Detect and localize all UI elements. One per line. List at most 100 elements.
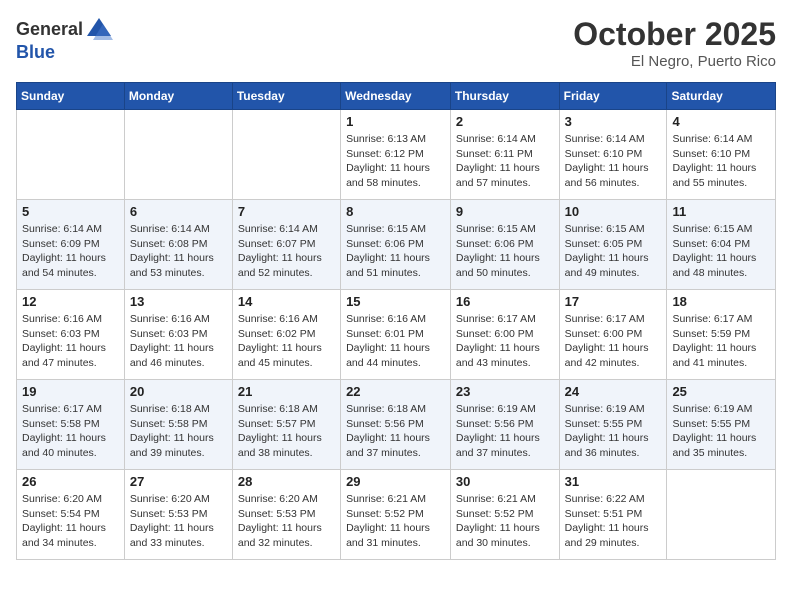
calendar-cell: 10 Sunrise: 6:15 AM Sunset: 6:05 PM Dayli… bbox=[559, 200, 667, 290]
calendar-week-row: 19 Sunrise: 6:17 AM Sunset: 5:58 PM Dayli… bbox=[17, 380, 776, 470]
day-number: 28 bbox=[238, 474, 335, 489]
day-info: Sunrise: 6:18 AM Sunset: 5:58 PM Dayligh… bbox=[130, 402, 227, 461]
calendar-cell: 19 Sunrise: 6:17 AM Sunset: 5:58 PM Dayli… bbox=[17, 380, 125, 470]
day-number: 25 bbox=[672, 384, 770, 399]
calendar-cell bbox=[124, 110, 232, 200]
month-title: October 2025 bbox=[573, 16, 776, 53]
logo-blue: Blue bbox=[16, 42, 55, 62]
calendar-cell: 23 Sunrise: 6:19 AM Sunset: 5:56 PM Dayli… bbox=[450, 380, 559, 470]
weekday-header: Sunday bbox=[17, 83, 125, 110]
day-info: Sunrise: 6:14 AM Sunset: 6:08 PM Dayligh… bbox=[130, 222, 227, 281]
calendar-cell: 8Sunrise: 6:15 AM Sunset: 6:06 PM Daylig… bbox=[341, 200, 451, 290]
calendar-cell bbox=[232, 110, 340, 200]
calendar-cell: 15 Sunrise: 6:16 AM Sunset: 6:01 PM Dayli… bbox=[341, 290, 451, 380]
day-number: 15 bbox=[346, 294, 445, 309]
day-number: 9 bbox=[456, 204, 554, 219]
day-info: Sunrise: 6:20 AM Sunset: 5:54 PM Dayligh… bbox=[22, 492, 119, 551]
day-number: 12 bbox=[22, 294, 119, 309]
day-info: Sunrise: 6:17 AM Sunset: 5:58 PM Dayligh… bbox=[22, 402, 119, 461]
day-number: 16 bbox=[456, 294, 554, 309]
calendar-week-row: 12 Sunrise: 6:16 AM Sunset: 6:03 PM Dayli… bbox=[17, 290, 776, 380]
day-number: 26 bbox=[22, 474, 119, 489]
day-info: Sunrise: 6:14 AM Sunset: 6:09 PM Dayligh… bbox=[22, 222, 119, 281]
day-number: 7 bbox=[238, 204, 335, 219]
day-info: Sunrise: 6:14 AM Sunset: 6:07 PM Dayligh… bbox=[238, 222, 335, 281]
calendar-cell: 6Sunrise: 6:14 AM Sunset: 6:08 PM Daylig… bbox=[124, 200, 232, 290]
calendar-week-row: 5 Sunrise: 6:14 AM Sunset: 6:09 PM Daylig… bbox=[17, 200, 776, 290]
calendar-cell: 17 Sunrise: 6:17 AM Sunset: 6:00 PM Dayli… bbox=[559, 290, 667, 380]
day-number: 24 bbox=[565, 384, 662, 399]
weekday-header: Thursday bbox=[450, 83, 559, 110]
day-info: Sunrise: 6:17 AM Sunset: 6:00 PM Dayligh… bbox=[456, 312, 554, 371]
day-info: Sunrise: 6:14 AM Sunset: 6:10 PM Dayligh… bbox=[672, 132, 770, 191]
calendar-cell: 2 Sunrise: 6:14 AM Sunset: 6:11 PM Daylig… bbox=[450, 110, 559, 200]
logo-general: General bbox=[16, 19, 83, 39]
calendar-cell: 26 Sunrise: 6:20 AM Sunset: 5:54 PM Dayli… bbox=[17, 470, 125, 560]
calendar-table: SundayMondayTuesdayWednesdayThursdayFrid… bbox=[16, 82, 776, 560]
day-info: Sunrise: 6:16 AM Sunset: 6:03 PM Dayligh… bbox=[130, 312, 227, 371]
day-number: 17 bbox=[565, 294, 662, 309]
weekday-header: Saturday bbox=[667, 83, 776, 110]
day-number: 19 bbox=[22, 384, 119, 399]
day-number: 3 bbox=[565, 114, 662, 129]
day-info: Sunrise: 6:15 AM Sunset: 6:04 PM Dayligh… bbox=[672, 222, 770, 281]
day-info: Sunrise: 6:16 AM Sunset: 6:02 PM Dayligh… bbox=[238, 312, 335, 371]
day-info: Sunrise: 6:19 AM Sunset: 5:55 PM Dayligh… bbox=[565, 402, 662, 461]
day-info: Sunrise: 6:20 AM Sunset: 5:53 PM Dayligh… bbox=[238, 492, 335, 551]
day-number: 29 bbox=[346, 474, 445, 489]
location-title: El Negro, Puerto Rico bbox=[573, 53, 776, 70]
day-number: 14 bbox=[238, 294, 335, 309]
day-info: Sunrise: 6:21 AM Sunset: 5:52 PM Dayligh… bbox=[346, 492, 445, 551]
day-info: Sunrise: 6:17 AM Sunset: 6:00 PM Dayligh… bbox=[565, 312, 662, 371]
calendar-cell: 27Sunrise: 6:20 AM Sunset: 5:53 PM Dayli… bbox=[124, 470, 232, 560]
day-info: Sunrise: 6:18 AM Sunset: 5:57 PM Dayligh… bbox=[238, 402, 335, 461]
day-number: 10 bbox=[565, 204, 662, 219]
day-info: Sunrise: 6:15 AM Sunset: 6:06 PM Dayligh… bbox=[346, 222, 445, 281]
calendar-week-row: 26 Sunrise: 6:20 AM Sunset: 5:54 PM Dayli… bbox=[17, 470, 776, 560]
calendar-cell: 28 Sunrise: 6:20 AM Sunset: 5:53 PM Dayli… bbox=[232, 470, 340, 560]
calendar-cell: 29 Sunrise: 6:21 AM Sunset: 5:52 PM Dayli… bbox=[341, 470, 451, 560]
day-info: Sunrise: 6:22 AM Sunset: 5:51 PM Dayligh… bbox=[565, 492, 662, 551]
day-number: 31 bbox=[565, 474, 662, 489]
day-info: Sunrise: 6:17 AM Sunset: 5:59 PM Dayligh… bbox=[672, 312, 770, 371]
day-info: Sunrise: 6:20 AM Sunset: 5:53 PM Dayligh… bbox=[130, 492, 227, 551]
weekday-header: Tuesday bbox=[232, 83, 340, 110]
logo: General Blue bbox=[16, 16, 115, 64]
calendar-week-row: 1Sunrise: 6:13 AM Sunset: 6:12 PM Daylig… bbox=[17, 110, 776, 200]
calendar-header: SundayMondayTuesdayWednesdayThursdayFrid… bbox=[17, 83, 776, 110]
page-header: General Blue October 2025 El Negro, Puer… bbox=[16, 16, 776, 70]
day-number: 21 bbox=[238, 384, 335, 399]
day-info: Sunrise: 6:13 AM Sunset: 6:12 PM Dayligh… bbox=[346, 132, 445, 191]
calendar-cell: 20Sunrise: 6:18 AM Sunset: 5:58 PM Dayli… bbox=[124, 380, 232, 470]
calendar-cell: 30Sunrise: 6:21 AM Sunset: 5:52 PM Dayli… bbox=[450, 470, 559, 560]
calendar-cell: 24 Sunrise: 6:19 AM Sunset: 5:55 PM Dayli… bbox=[559, 380, 667, 470]
calendar-cell: 4Sunrise: 6:14 AM Sunset: 6:10 PM Daylig… bbox=[667, 110, 776, 200]
day-number: 13 bbox=[130, 294, 227, 309]
calendar-cell: 22Sunrise: 6:18 AM Sunset: 5:56 PM Dayli… bbox=[341, 380, 451, 470]
day-info: Sunrise: 6:16 AM Sunset: 6:03 PM Dayligh… bbox=[22, 312, 119, 371]
day-number: 2 bbox=[456, 114, 554, 129]
calendar-cell: 31 Sunrise: 6:22 AM Sunset: 5:51 PM Dayli… bbox=[559, 470, 667, 560]
calendar-cell: 12 Sunrise: 6:16 AM Sunset: 6:03 PM Dayli… bbox=[17, 290, 125, 380]
title-area: October 2025 El Negro, Puerto Rico bbox=[573, 16, 776, 70]
day-info: Sunrise: 6:15 AM Sunset: 6:06 PM Dayligh… bbox=[456, 222, 554, 281]
day-info: Sunrise: 6:14 AM Sunset: 6:11 PM Dayligh… bbox=[456, 132, 554, 191]
day-info: Sunrise: 6:18 AM Sunset: 5:56 PM Dayligh… bbox=[346, 402, 445, 461]
weekday-header: Monday bbox=[124, 83, 232, 110]
day-info: Sunrise: 6:15 AM Sunset: 6:05 PM Dayligh… bbox=[565, 222, 662, 281]
calendar-cell: 11Sunrise: 6:15 AM Sunset: 6:04 PM Dayli… bbox=[667, 200, 776, 290]
calendar-cell: 9 Sunrise: 6:15 AM Sunset: 6:06 PM Daylig… bbox=[450, 200, 559, 290]
day-number: 18 bbox=[672, 294, 770, 309]
calendar-cell: 3 Sunrise: 6:14 AM Sunset: 6:10 PM Daylig… bbox=[559, 110, 667, 200]
day-info: Sunrise: 6:21 AM Sunset: 5:52 PM Dayligh… bbox=[456, 492, 554, 551]
calendar-cell: 21 Sunrise: 6:18 AM Sunset: 5:57 PM Dayli… bbox=[232, 380, 340, 470]
day-number: 5 bbox=[22, 204, 119, 219]
calendar-cell: 5 Sunrise: 6:14 AM Sunset: 6:09 PM Daylig… bbox=[17, 200, 125, 290]
calendar-cell bbox=[667, 470, 776, 560]
day-info: Sunrise: 6:19 AM Sunset: 5:56 PM Dayligh… bbox=[456, 402, 554, 461]
day-info: Sunrise: 6:16 AM Sunset: 6:01 PM Dayligh… bbox=[346, 312, 445, 371]
day-info: Sunrise: 6:14 AM Sunset: 6:10 PM Dayligh… bbox=[565, 132, 662, 191]
day-number: 23 bbox=[456, 384, 554, 399]
calendar-cell: 25Sunrise: 6:19 AM Sunset: 5:55 PM Dayli… bbox=[667, 380, 776, 470]
calendar-cell: 7 Sunrise: 6:14 AM Sunset: 6:07 PM Daylig… bbox=[232, 200, 340, 290]
